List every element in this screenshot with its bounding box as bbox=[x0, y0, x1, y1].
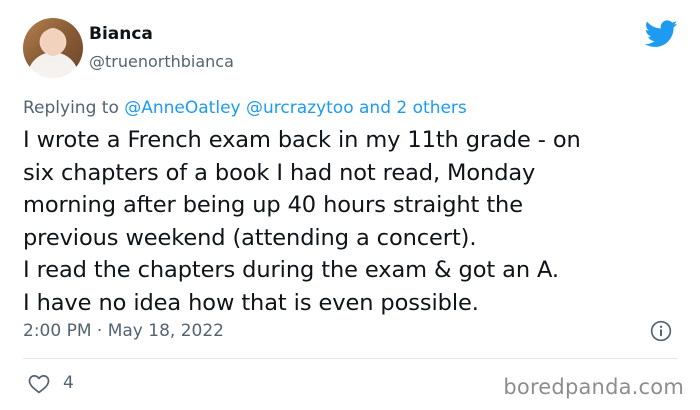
tweet-text-line: six chapters of a book I had not read, M… bbox=[23, 159, 536, 186]
watermark-logo: boredpanda.com bbox=[503, 375, 684, 399]
twitter-bird-icon[interactable] bbox=[645, 20, 678, 48]
others-link[interactable]: and 2 others bbox=[359, 98, 467, 118]
author-handle[interactable]: @truenorthbianca bbox=[89, 52, 234, 71]
tweet-text-line: previous weekend (attending a concert). bbox=[23, 224, 477, 251]
divider bbox=[23, 358, 678, 359]
tweet-timestamp[interactable]: 2:00 PM · May 18, 2022 bbox=[23, 321, 224, 341]
info-icon[interactable] bbox=[650, 320, 672, 342]
mention-link-2[interactable]: @urcrazytoo bbox=[246, 98, 354, 118]
author-display-name[interactable]: Bianca bbox=[89, 24, 153, 44]
replying-to-line: Replying to @AnneOatley @urcrazytoo and … bbox=[23, 98, 467, 118]
reply-prefix: Replying to bbox=[23, 98, 119, 118]
tweet-text-line: morning after being up 40 hours straight… bbox=[23, 192, 523, 219]
avatar[interactable] bbox=[23, 18, 83, 78]
tweet-text-line: I have no idea how that is even possible… bbox=[23, 289, 479, 316]
tweet-text: I wrote a French exam back in my 11th gr… bbox=[23, 124, 683, 320]
like-count: 4 bbox=[63, 373, 74, 393]
heart-icon[interactable] bbox=[27, 374, 51, 394]
tweet-text-line: I read the chapters during the exam & go… bbox=[23, 257, 559, 284]
mention-link-1[interactable]: @AnneOatley bbox=[124, 98, 240, 118]
tweet-text-line: I wrote a French exam back in my 11th gr… bbox=[23, 127, 581, 153]
